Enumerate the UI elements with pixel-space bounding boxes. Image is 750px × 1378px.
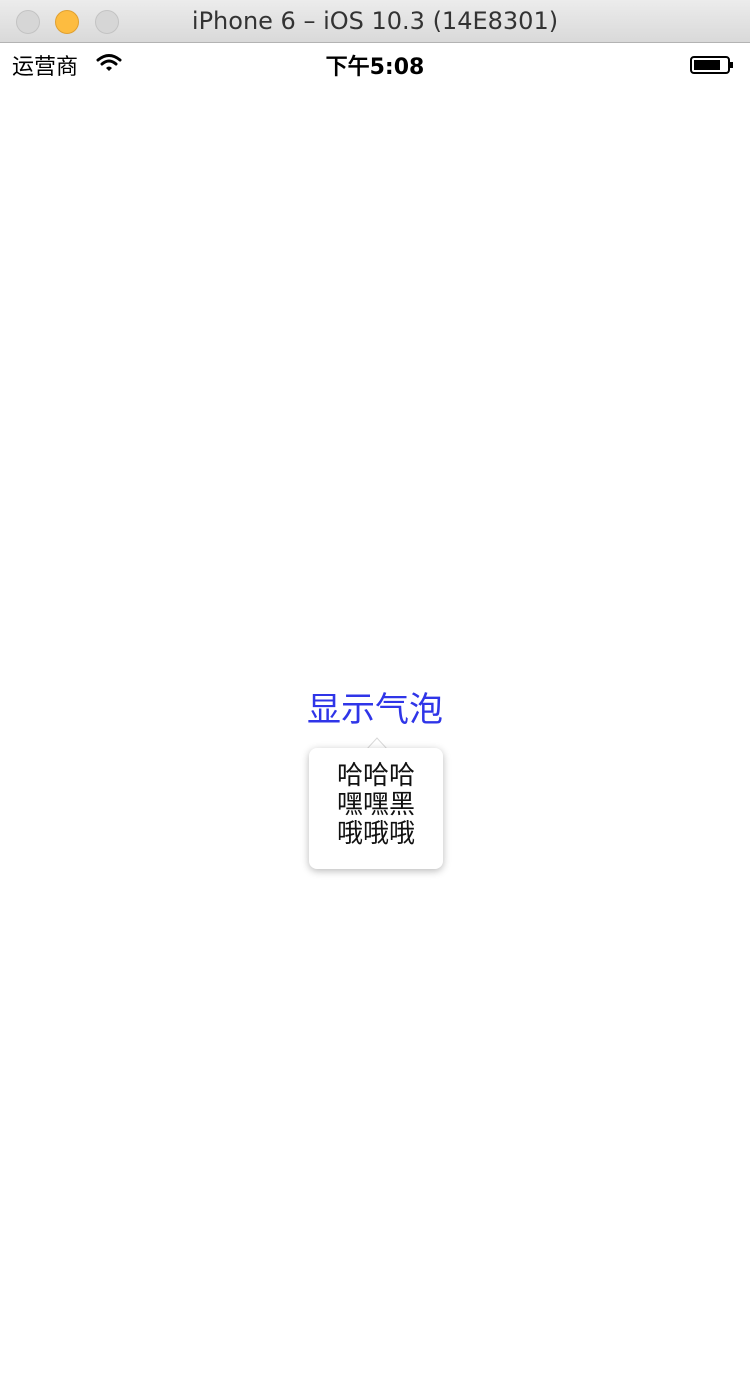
battery-icon xyxy=(690,56,733,74)
bubble-line: 嘿嘿黑 xyxy=(336,790,415,820)
status-time: 下午5:08 xyxy=(325,55,425,80)
bubble-line: 哈哈哈 xyxy=(336,761,415,791)
window-title: iPhone 6 – iOS 10.3 (14E8301) xyxy=(191,7,559,35)
bubble-text: 哈哈哈 嘿嘿黑 哦哦哦 xyxy=(309,762,443,849)
simulator-window: iPhone 6 – iOS 10.3 (14E8301) 运营商 下午5:08… xyxy=(0,0,750,1378)
bubble-popover: 哈哈哈 嘿嘿黑 哦哦哦 xyxy=(309,748,443,869)
title-bar: iPhone 6 – iOS 10.3 (14E8301) xyxy=(0,0,750,43)
status-bar: 运营商 下午5:08 xyxy=(0,43,750,85)
show-bubble-button[interactable]: 显示气泡 xyxy=(275,686,475,734)
bubble-line: 哦哦哦 xyxy=(336,819,415,849)
